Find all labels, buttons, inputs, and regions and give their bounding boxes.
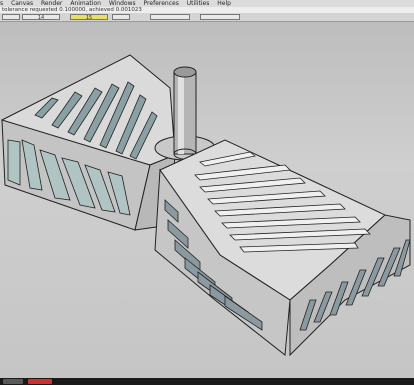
menu-bar: s Canvas Render Animation Windows Prefer…	[0, 0, 414, 7]
taskbar	[0, 378, 414, 385]
menu-item-help[interactable]: Help	[217, 0, 231, 7]
toolbar-field-3[interactable]	[112, 14, 130, 20]
menu-item-utilities[interactable]: Utilities	[187, 0, 210, 7]
menu-item-render[interactable]: Render	[41, 0, 62, 7]
pin-shaft	[173, 71, 197, 155]
toolbar-field-2[interactable]: 15	[70, 14, 108, 21]
toolbar-field-5[interactable]	[200, 14, 240, 20]
menu-item-canvas[interactable]: Canvas	[11, 0, 33, 7]
toolbar-field-1[interactable]: 14	[22, 14, 60, 21]
toolbar-field-blank[interactable]	[2, 14, 20, 20]
toolbar: 14 15	[0, 13, 414, 22]
model-render	[0, 54, 411, 357]
menu-item-preferences[interactable]: Preferences	[144, 0, 179, 7]
taskbar-button-2[interactable]	[28, 379, 52, 384]
taskbar-button-1[interactable]	[3, 379, 23, 384]
pin-top	[173, 66, 197, 78]
menu-item-windows[interactable]: Windows	[109, 0, 136, 7]
3d-viewport[interactable]	[0, 22, 414, 378]
menu-item-s[interactable]: s	[0, 0, 3, 7]
toolbar-field-4[interactable]	[150, 14, 190, 20]
menu-item-animation[interactable]: Animation	[70, 0, 101, 7]
